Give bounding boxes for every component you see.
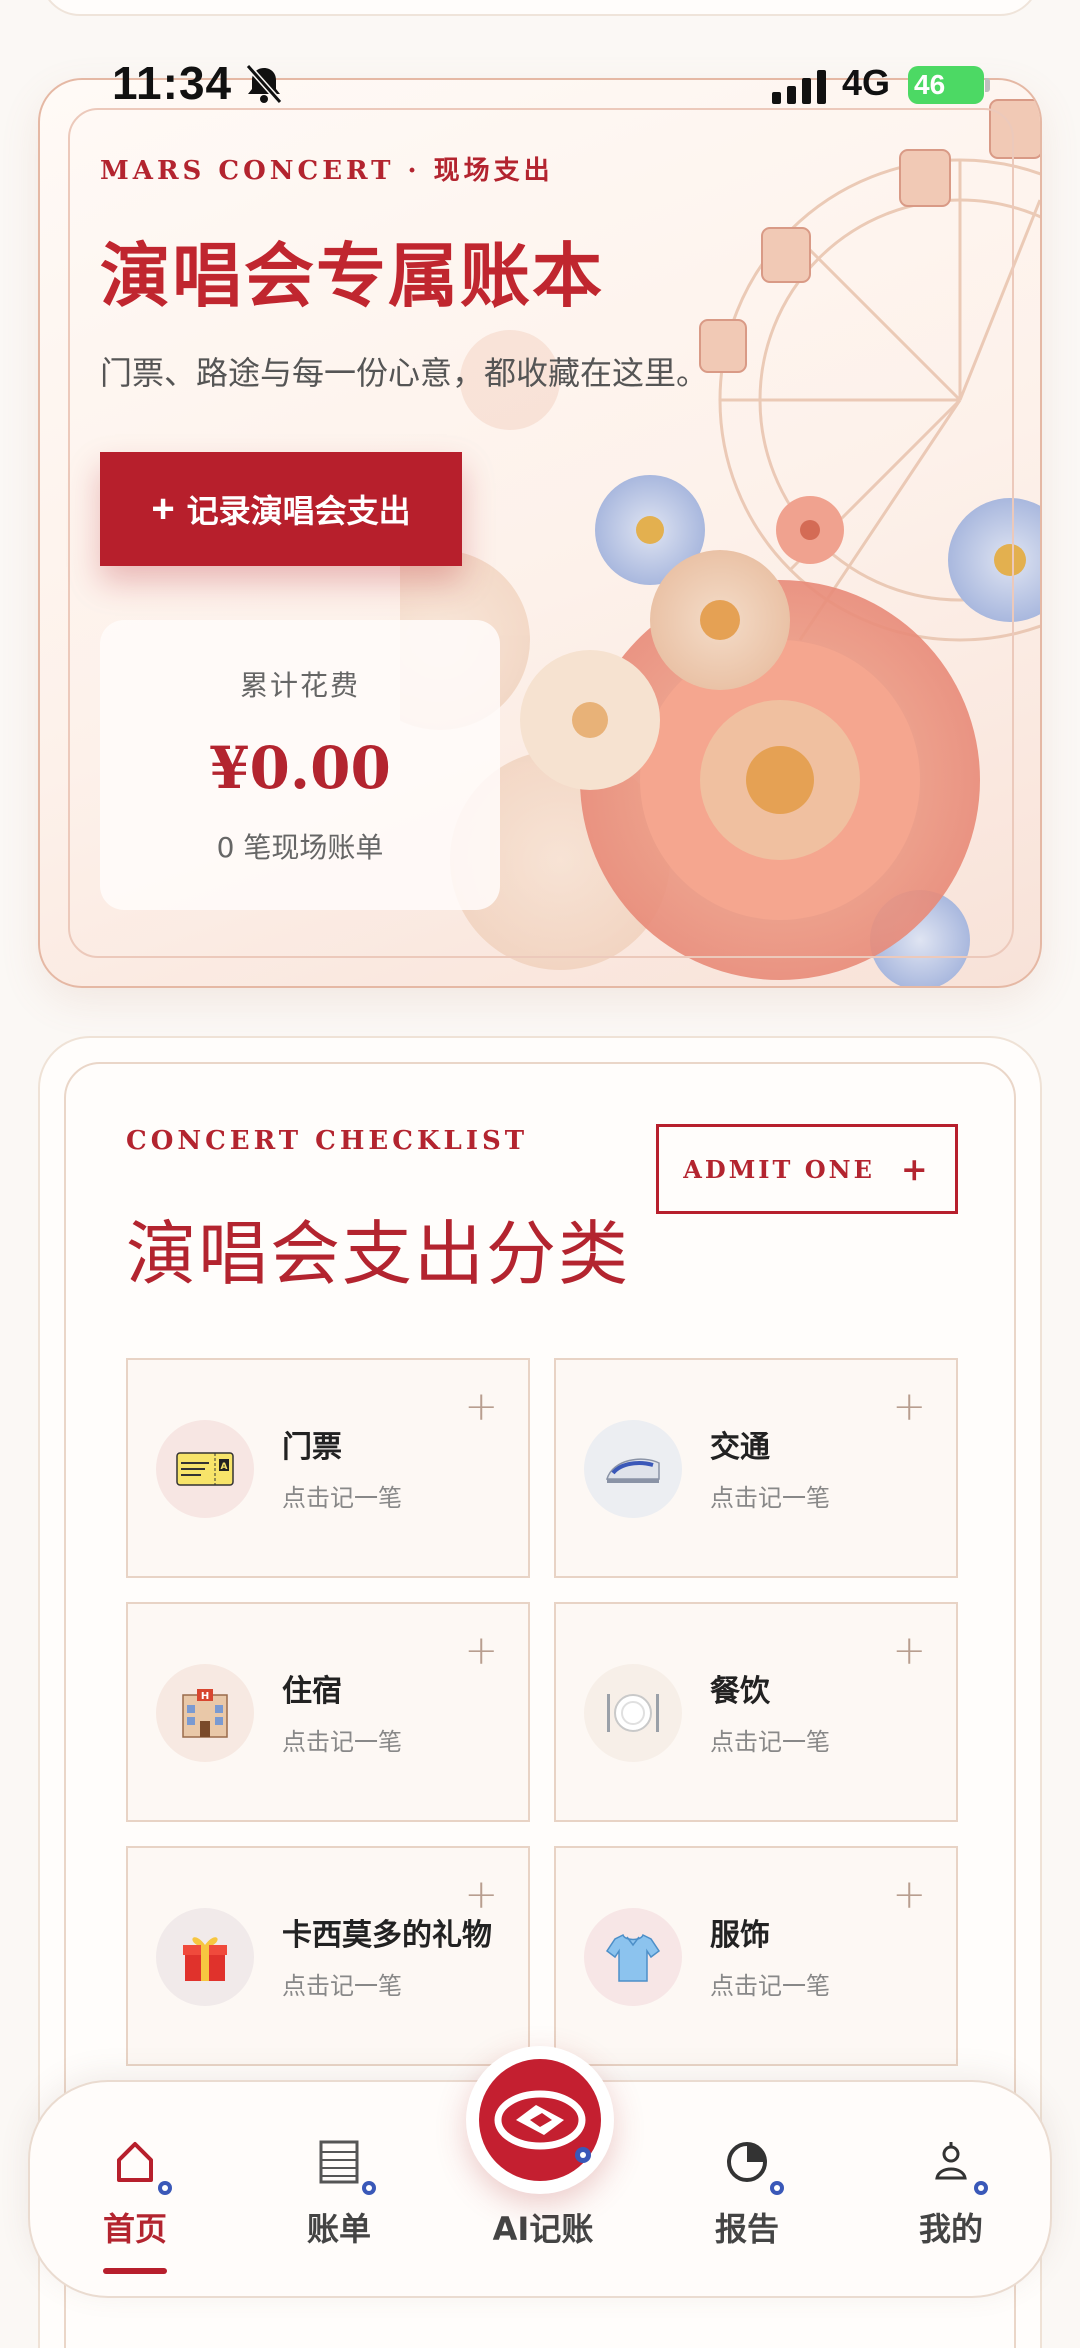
category-card-tickets[interactable]: A 门票 点击记一笔 +: [126, 1358, 530, 1578]
pie-chart-icon: [717, 2132, 784, 2195]
nav-label: 账单: [306, 2210, 371, 2248]
category-card-dining[interactable]: 餐饮 点击记一笔 +: [554, 1602, 958, 1822]
plus-icon: +: [151, 486, 175, 531]
signal-icon: [772, 70, 826, 104]
train-icon: [605, 1458, 660, 1483]
nav-item-profile[interactable]: 我的: [876, 2132, 1026, 2272]
category-name: 服饰: [710, 1918, 770, 1953]
admit-one-label: ADMIT ONE: [683, 1154, 875, 1184]
ticket-icon-wrap: A: [156, 1420, 254, 1518]
nav-item-report[interactable]: 报告: [672, 2132, 822, 2272]
category-card-gifts[interactable]: 卡西莫多的礼物 点击记一笔 +: [126, 1846, 530, 2066]
category-hint: 点击记一笔: [282, 1728, 402, 1756]
add-icon: +: [464, 1628, 498, 1674]
hero-kicker: MARS CONCERT · 现场支出: [100, 156, 554, 186]
plate-icon: [607, 1694, 659, 1732]
active-indicator: [103, 2268, 167, 2274]
category-name: 餐饮: [710, 1674, 770, 1709]
nav-label: 报告: [714, 2210, 779, 2248]
train-icon-wrap: [584, 1420, 682, 1518]
nav-label: AI记账: [492, 2210, 594, 2248]
add-icon: +: [892, 1384, 926, 1430]
category-hint: 点击记一笔: [710, 1484, 830, 1512]
nav-item-home[interactable]: 首页: [60, 2132, 210, 2274]
sparkle-icon: [770, 2181, 784, 2195]
svg-text:A: A: [221, 1462, 228, 1472]
status-bar: 11:34 4G 46: [0, 56, 1080, 120]
record-expense-label: 记录演唱会支出: [186, 493, 411, 529]
nav-item-bills[interactable]: 账单: [264, 2132, 414, 2272]
list-icon: [309, 2132, 376, 2195]
plate-icon-wrap: [584, 1664, 682, 1762]
home-icon: [105, 2132, 172, 2195]
ai-bookkeeping-button[interactable]: [466, 2046, 614, 2194]
profile-icon: [921, 2132, 988, 2195]
add-icon: +: [464, 1384, 498, 1430]
ticket-icon: A: [176, 1452, 234, 1486]
bell-muted-icon: [245, 64, 283, 104]
admit-one-button[interactable]: ADMIT ONE +: [656, 1124, 958, 1214]
bill-count: 0 笔现场账单: [216, 831, 384, 864]
category-hint: 点击记一笔: [282, 1972, 402, 2000]
category-card-transport[interactable]: 交通 点击记一笔 +: [554, 1358, 958, 1578]
checklist-kicker: CONCERT CHECKLIST: [126, 1126, 529, 1156]
nav-label: 我的: [918, 2210, 983, 2248]
category-grid: A 门票 点击记一笔 + 交通 点击记一笔 + H 住宿 点击记一笔 + 餐饮 …: [126, 1358, 958, 2066]
hotel-icon: H: [182, 1689, 228, 1738]
sparkle-icon: [974, 2181, 988, 2195]
category-hint: 点击记一笔: [710, 1728, 830, 1756]
total-spending-card: 累计花费 ¥0.00 0 笔现场账单: [100, 620, 500, 910]
category-card-clothing[interactable]: 服饰 点击记一笔 +: [554, 1846, 958, 2066]
sparkle-icon: [158, 2181, 172, 2195]
add-icon: +: [464, 1872, 498, 1918]
add-icon: +: [892, 1872, 926, 1918]
svg-text:H: H: [201, 1691, 209, 1702]
network-type: 4G: [842, 62, 891, 103]
category-name: 住宿: [282, 1674, 342, 1709]
shirt-icon: [605, 1933, 661, 1982]
plus-icon: +: [900, 1150, 931, 1188]
ai-logo-icon: [479, 2059, 601, 2181]
battery-indicator: 46: [908, 66, 990, 104]
gift-icon: [183, 1937, 227, 1981]
category-name: 卡西莫多的礼物: [282, 1918, 492, 1953]
category-card-lodging[interactable]: H 住宿 点击记一笔 +: [126, 1602, 530, 1822]
nav-label: 首页: [102, 2210, 167, 2248]
sparkle-icon: [575, 2147, 591, 2163]
add-icon: +: [892, 1628, 926, 1674]
shirt-icon-wrap: [584, 1908, 682, 2006]
category-hint: 点击记一笔: [282, 1484, 402, 1512]
page: MARS CONCERT · 现场支出 演唱会专属账本 门票、路途与每一份心意，…: [0, 0, 1080, 2348]
hotel-icon-wrap: H: [156, 1664, 254, 1762]
sparkle-icon: [362, 2181, 376, 2195]
category-name: 交通: [710, 1430, 770, 1465]
hero-title: 演唱会专属账本: [100, 235, 604, 317]
total-spending-label: 累计花费: [239, 669, 360, 702]
category-hint: 点击记一笔: [710, 1972, 830, 2000]
record-expense-button[interactable]: + 记录演唱会支出: [100, 452, 462, 566]
previous-card-edge: [40, 0, 1040, 16]
checklist-title: 演唱会支出分类: [126, 1213, 630, 1295]
hero-card: MARS CONCERT · 现场支出 演唱会专属账本 门票、路途与每一份心意，…: [38, 78, 1042, 988]
total-spending-amount: ¥0.00: [209, 734, 391, 802]
gift-icon-wrap: [156, 1908, 254, 2006]
status-time: 11:34: [112, 57, 233, 109]
category-name: 门票: [282, 1430, 342, 1465]
hero-subtitle: 门票、路途与每一份心意，都收藏在这里。: [100, 354, 709, 392]
